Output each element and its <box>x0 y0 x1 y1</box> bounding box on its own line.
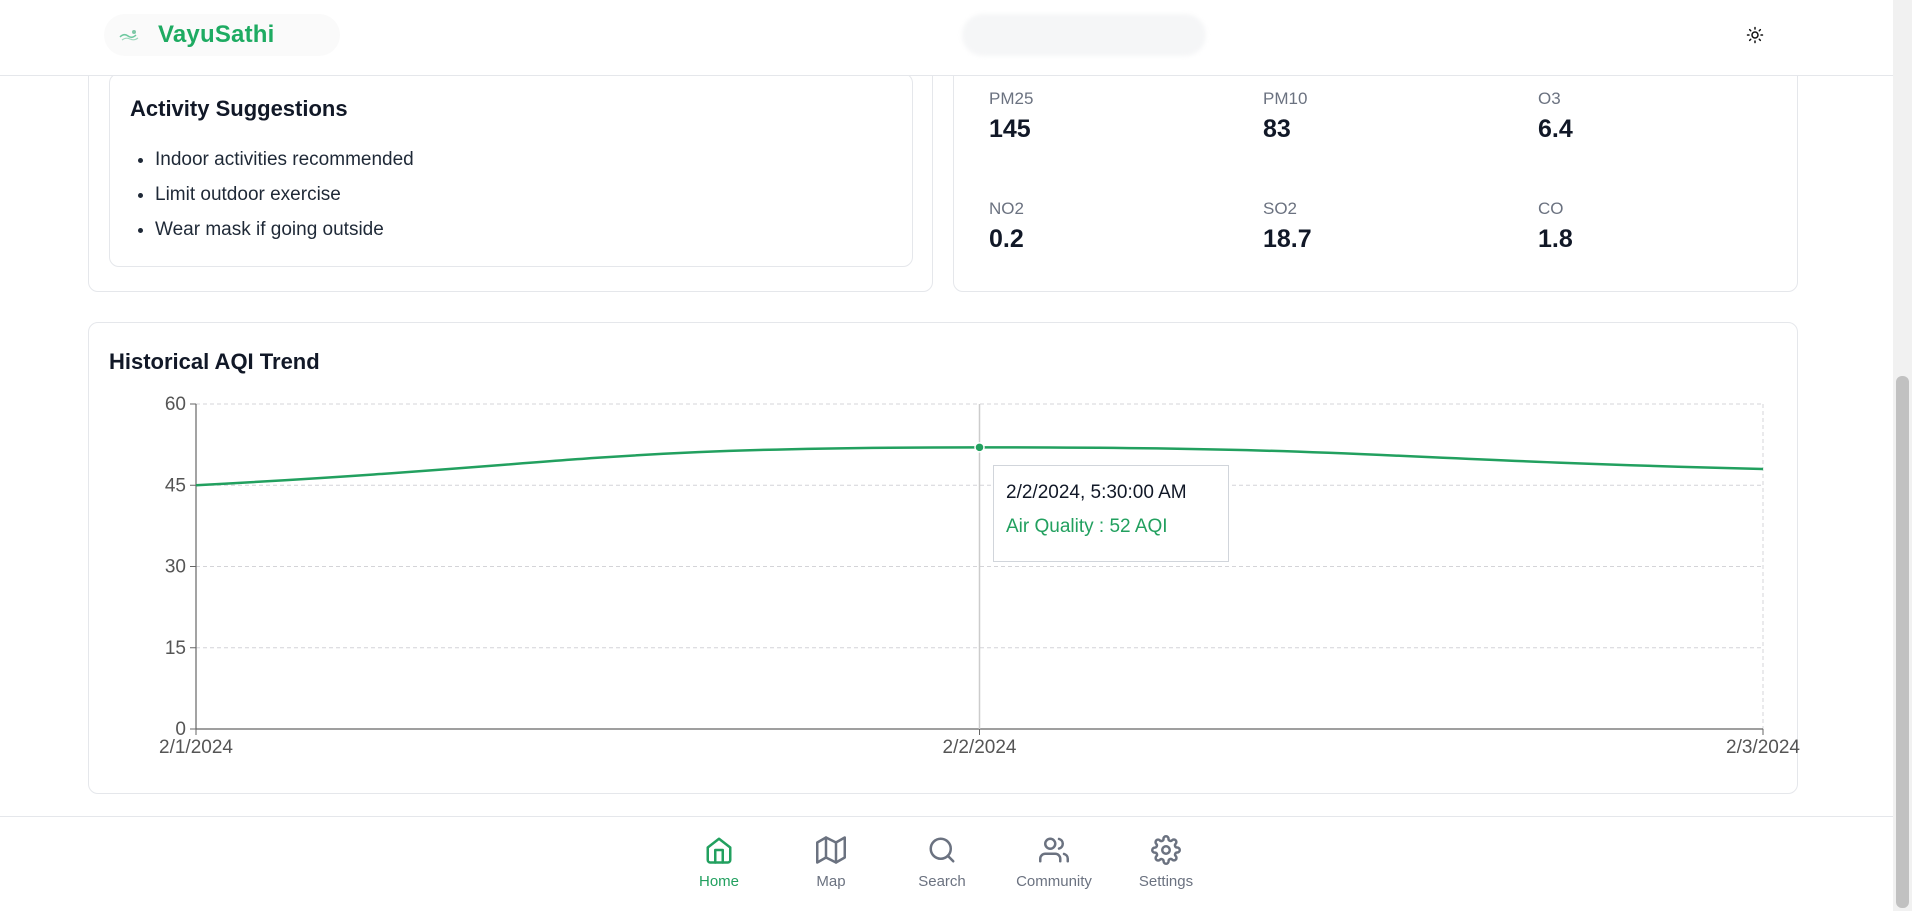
nav-label: Map <box>816 873 846 890</box>
x-tick-label: 2/2/2024 <box>943 737 1017 758</box>
nav-community[interactable]: Community <box>1009 835 1099 890</box>
brand-home-link[interactable]: VayuSathi <box>104 14 340 56</box>
theme-toggle-button[interactable] <box>1741 21 1769 49</box>
gear-icon <box>1151 835 1181 865</box>
vayusathi-logo-icon <box>119 30 139 41</box>
y-tick-label: 60 <box>165 394 186 415</box>
search-icon <box>929 837 955 863</box>
tooltip-value: Air Quality : 52 AQI <box>1006 516 1168 537</box>
nav-home[interactable]: Home <box>674 835 764 890</box>
app-header: VayuSathi <box>0 0 1893 76</box>
nav-settings[interactable]: Settings <box>1121 835 1211 890</box>
y-tick-label: 30 <box>165 557 186 578</box>
header-search-placeholder[interactable] <box>962 14 1206 56</box>
brand-name: VayuSathi <box>158 21 275 48</box>
aqi-line-chart[interactable]: 0153045602/1/2024 2/2/2024 2/3/2024 <box>0 0 1912 800</box>
users-icon <box>1039 837 1069 863</box>
nav-label: Settings <box>1138 873 1194 890</box>
chart-tooltip: 2/2/2024, 5:30:00 AM Air Quality : 52 AQ… <box>993 465 1229 562</box>
map-icon <box>816 836 846 864</box>
nav-label: Home <box>698 873 739 890</box>
x-tick-label: 2/1/2024 <box>159 737 233 758</box>
nav-search[interactable]: Search <box>897 835 987 890</box>
sun-icon <box>1746 26 1764 44</box>
nav-map[interactable]: Map <box>786 835 876 890</box>
y-tick-label: 45 <box>165 475 186 496</box>
tooltip-time: 2/2/2024, 5:30:00 AM <box>1006 482 1187 503</box>
active-data-point <box>974 442 985 453</box>
nav-label: Community <box>1016 873 1092 890</box>
bottom-navigation: Home Map Search Community Settings <box>0 816 1893 911</box>
nav-label: Search <box>918 873 966 890</box>
x-tick-label: 2/3/2024 <box>1726 737 1800 758</box>
y-tick-label: 15 <box>165 638 186 659</box>
home-icon <box>706 837 732 864</box>
